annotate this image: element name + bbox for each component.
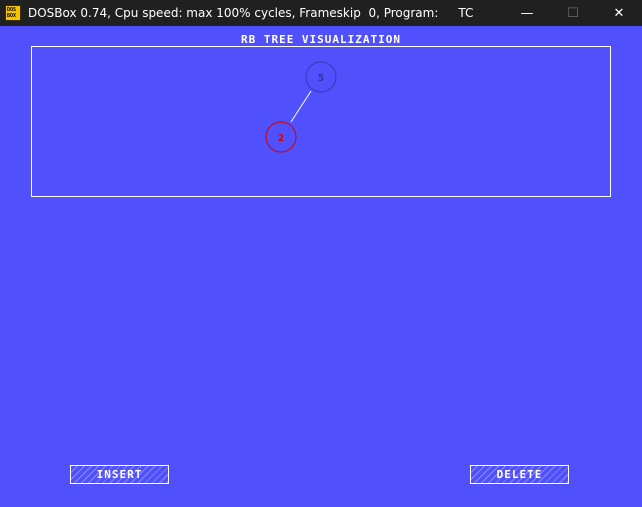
program-name: TC [458, 6, 474, 20]
window-controls: — ☐ ✕ [504, 0, 642, 26]
tree-edge-5-2 [290, 90, 312, 123]
tree-node-2[interactable]: 2 [265, 121, 297, 153]
insert-button[interactable]: INSERT [70, 465, 169, 484]
delete-button[interactable]: DELETE [470, 465, 569, 484]
tree-canvas: 5 2 [31, 46, 611, 197]
dosbox-app-icon: DOS BOX [5, 5, 21, 21]
close-button[interactable]: ✕ [596, 0, 642, 26]
title-bar[interactable]: DOS BOX DOSBox 0.74, Cpu speed: max 100%… [0, 0, 642, 26]
maximize-button[interactable]: ☐ [550, 0, 596, 26]
visualization-title: RB TREE VISUALIZATION [240, 33, 402, 46]
tree-node-5[interactable]: 5 [305, 61, 337, 93]
node-2-label: 2 [278, 133, 284, 144]
window-title: DOSBox 0.74, Cpu speed: max 100% cycles,… [28, 6, 439, 20]
node-5-label: 5 [318, 73, 324, 84]
tree-svg: 5 2 [265, 61, 337, 153]
minimize-button[interactable]: — [504, 0, 550, 26]
icon-text-line2: BOX [7, 13, 17, 19]
dosbox-client-area[interactable]: RB TREE VISUALIZATION 5 2 INSERT DELETE [0, 26, 642, 507]
